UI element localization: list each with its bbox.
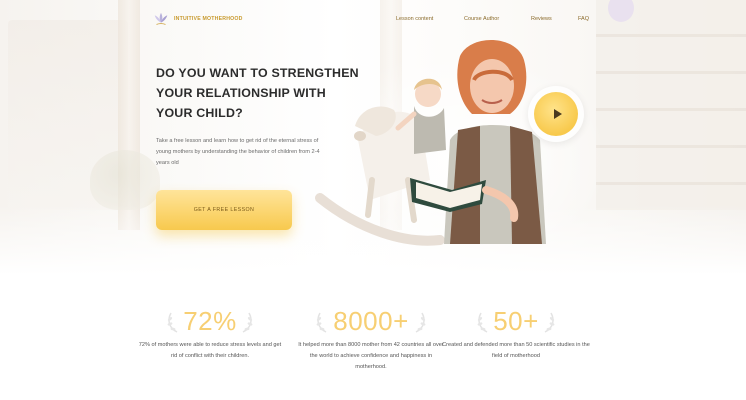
- stat-item: 50+ Created and defended more than 50 sc…: [441, 305, 591, 362]
- stat-number-wrap: 72%: [135, 305, 285, 337]
- laurel-right-icon: [242, 312, 253, 333]
- stat-number: 72%: [183, 305, 237, 336]
- nav-link-reviews[interactable]: Reviews: [531, 16, 552, 22]
- stat-description: Created and defended more than 50 scient…: [442, 342, 590, 359]
- get-free-lesson-button[interactable]: GET A FREE LESSON: [156, 190, 292, 230]
- play-icon: [553, 109, 562, 119]
- laurel-right-icon: [415, 312, 426, 333]
- hero-photo: [310, 39, 600, 260]
- stat-number: 8000+: [333, 305, 409, 336]
- stat-number: 50+: [493, 305, 539, 336]
- main-nav: Lesson content Course Author Reviews FAQ: [0, 16, 746, 26]
- stat-description: It helped more than 8000 mother from 42 …: [298, 342, 444, 370]
- background-plant: [90, 150, 160, 210]
- laurel-right-icon: [544, 312, 555, 333]
- nav-link-course-author[interactable]: Course Author: [464, 16, 499, 22]
- background-bookshelf: [596, 0, 746, 210]
- laurel-left-icon: [316, 312, 327, 333]
- laurel-left-icon: [167, 312, 178, 333]
- nav-link-lesson-content[interactable]: Lesson content: [396, 16, 433, 22]
- play-button-circle[interactable]: [534, 92, 578, 136]
- stat-number-wrap: 8000+: [296, 305, 446, 337]
- laurel-left-icon: [477, 312, 488, 333]
- stat-description: 72% of mothers were able to reduce stres…: [138, 342, 282, 359]
- stat-item: 8000+ It helped more than 8000 mother fr…: [296, 305, 446, 373]
- nav-link-faq[interactable]: FAQ: [578, 16, 589, 22]
- hero-subtext: Take a free lesson and learn how to get …: [156, 138, 320, 166]
- stat-number-wrap: 50+: [441, 305, 591, 337]
- stat-item: 72% 72% of mothers were able to reduce s…: [135, 305, 285, 362]
- play-video-button[interactable]: [528, 86, 584, 142]
